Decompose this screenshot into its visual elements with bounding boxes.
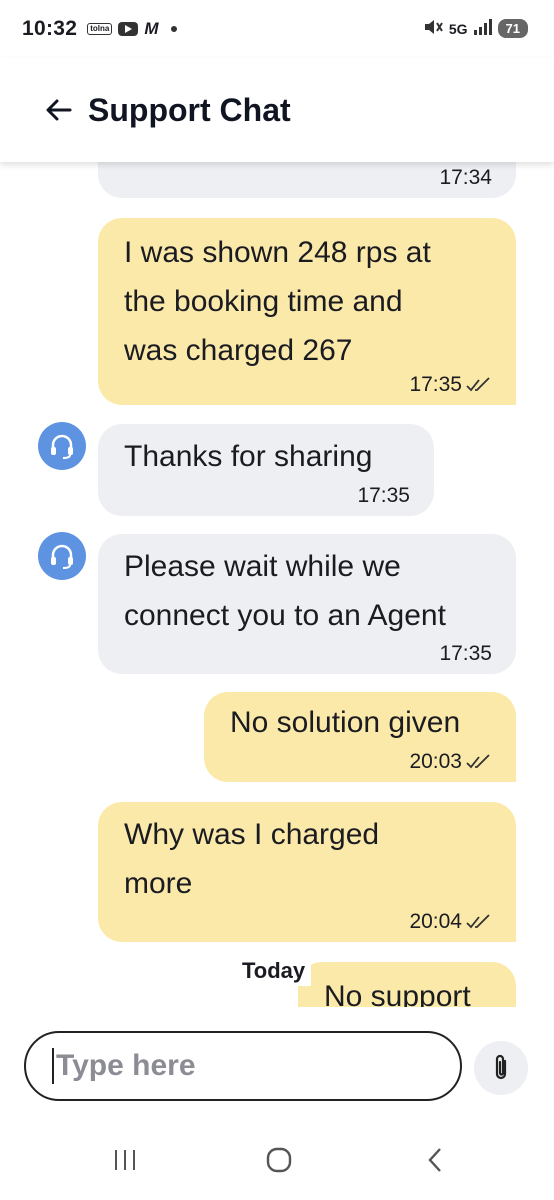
message-text: Thanks for sharing [124, 440, 373, 473]
recents-icon[interactable] [110, 1145, 140, 1175]
status-bar: 10:32 tolna M 5G 71 [0, 0, 554, 58]
mute-icon [423, 18, 443, 39]
message-line: more [124, 867, 193, 900]
message-time: 17:35 [409, 373, 492, 397]
time-text: 20:03 [409, 750, 462, 773]
time-text: 17:35 [409, 373, 462, 396]
double-check-icon [466, 754, 490, 769]
double-check-icon [466, 914, 490, 929]
message-input[interactable]: Type here [24, 1031, 462, 1101]
message-time: 17:35 [357, 484, 410, 508]
daily-icon: tolna [87, 23, 113, 35]
message-line: I was shown 248 rps at [124, 236, 431, 269]
input-placeholder: Type here [56, 1049, 196, 1082]
status-time: 10:32 [22, 17, 78, 40]
time-text: 20:04 [409, 910, 462, 933]
message-text: No support [324, 980, 471, 1007]
dot-icon [170, 26, 177, 32]
time-text: 17:35 [357, 484, 410, 507]
message-incoming: 17:34 [98, 162, 516, 198]
system-icons: 5G 71 [423, 18, 528, 39]
back-chevron-icon[interactable] [420, 1145, 450, 1175]
5g-icon: 5G [448, 20, 468, 37]
battery-icon: 71 [497, 19, 528, 38]
message-text: No solution given [230, 706, 461, 739]
app-header: Support Chat [0, 58, 554, 162]
text-caret [52, 1048, 54, 1084]
signal-icon [473, 19, 492, 38]
youtube-icon [118, 22, 139, 36]
message-incoming: Please wait while we connect you to an A… [98, 534, 516, 674]
time-text: 17:35 [439, 642, 492, 665]
paperclip-icon[interactable] [474, 1041, 528, 1095]
message-outgoing: I was shown 248 rps at the booking time … [98, 218, 516, 405]
message-time: 17:34 [439, 166, 492, 190]
double-check-icon [466, 377, 490, 392]
message-line: Why was I charged [124, 818, 380, 851]
page-title: Support Chat [88, 91, 291, 128]
message-composer: Type here [0, 1007, 554, 1123]
system-nav-bar [0, 1123, 554, 1200]
date-separator: Today [236, 956, 312, 986]
message-time: 20:03 [409, 750, 492, 774]
message-line: was charged 267 [124, 334, 353, 367]
message-time: 20:04 [409, 910, 492, 934]
time-text: 17:34 [439, 166, 492, 189]
message-incoming: Thanks for sharing 17:35 [98, 424, 434, 516]
message-outgoing: No solution given 20:03 [204, 692, 516, 782]
chat-messages[interactable]: 17:34 I was shown 248 rps at the booking… [0, 162, 554, 1007]
message-time: 17:35 [439, 642, 492, 666]
headset-icon [38, 532, 86, 580]
notification-icons: tolna M [87, 19, 177, 39]
arrow-left-icon[interactable] [44, 95, 74, 125]
message-line: connect you to an Agent [124, 599, 446, 632]
gmail-icon: M [144, 19, 159, 38]
message-outgoing: No support [298, 962, 516, 1007]
message-line: Please wait while we [124, 550, 401, 583]
headset-icon [38, 422, 86, 470]
message-line: the booking time and [124, 285, 403, 318]
message-outgoing: Why was I charged more 20:04 [98, 802, 516, 942]
home-icon[interactable] [264, 1145, 294, 1175]
